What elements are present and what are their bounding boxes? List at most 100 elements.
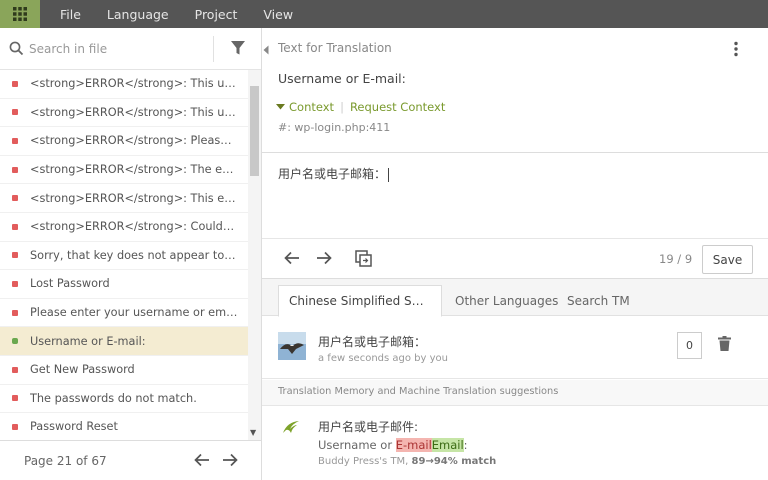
list-item-text: Sorry, that key does not appear to be va…	[30, 248, 238, 262]
next-page-arrow-icon[interactable]	[222, 453, 238, 470]
previous-string-arrow-icon[interactable]	[284, 251, 300, 268]
menu-project[interactable]: Project	[195, 7, 238, 22]
tm-section-header: Translation Memory and Machine Translati…	[262, 380, 768, 406]
tab-label: Search TM	[567, 294, 630, 308]
translation-editor[interactable]: 用户名或电子邮箱：	[262, 152, 768, 238]
suggestion-item[interactable]: 用户名或电子邮箱： a few seconds ago by you 0	[262, 317, 768, 379]
list-item[interactable]: Lost Password	[0, 270, 248, 299]
untranslated-status-icon	[12, 395, 18, 402]
string-list-sidebar: <strong>ERROR</strong>: This usernam… <s…	[0, 28, 262, 480]
suggestions-tabs: Chinese Simplified Sugge… Other Language…	[262, 278, 768, 317]
filter-icon[interactable]	[230, 40, 246, 59]
list-item[interactable]: Sorry, that key does not appear to be va…	[0, 242, 248, 271]
trash-icon[interactable]	[718, 336, 731, 354]
diff-suffix: :	[463, 438, 468, 452]
untranslated-status-icon	[12, 280, 18, 287]
translation-input[interactable]: 用户名或电子邮箱：	[278, 165, 390, 182]
character-counter: 19 / 9	[659, 252, 693, 266]
list-item[interactable]: <strong>ERROR</strong>: This usernam…	[0, 99, 248, 128]
tab-label: Other Languages	[455, 294, 559, 308]
list-item-text: Username or E-mail:	[30, 334, 146, 348]
tm-match-score: 89→94% match	[411, 456, 497, 467]
translated-status-icon	[12, 338, 18, 345]
list-item[interactable]: Get New Password	[0, 356, 248, 385]
tm-suggestion-item[interactable]: 用户名或电子邮件: Username or E-mailEmail: Buddy…	[262, 406, 768, 480]
list-item[interactable]: <strong>ERROR</strong>: Couldn&#82…	[0, 213, 248, 242]
list-item-text: <strong>ERROR</strong>: Please type y…	[30, 134, 238, 148]
source-string: Username or E-mail:	[278, 71, 406, 86]
string-list: <strong>ERROR</strong>: This usernam… <s…	[0, 70, 248, 440]
vote-count[interactable]: 0	[677, 332, 702, 359]
avatar	[278, 332, 306, 360]
tab-other-languages[interactable]: Other Languages	[445, 285, 568, 317]
diff-deleted: E-mail	[395, 438, 432, 452]
untranslated-status-icon	[12, 309, 18, 316]
tab-search-tm[interactable]: Search TM	[557, 285, 640, 317]
list-item[interactable]: <strong>ERROR</strong>: This email is …	[0, 184, 248, 213]
untranslated-status-icon	[12, 109, 18, 116]
list-item[interactable]: <strong>ERROR</strong>: The email ad…	[0, 156, 248, 185]
text-caret	[388, 167, 390, 182]
list-scrollbar[interactable]: ▼	[248, 70, 261, 440]
list-item-text: <strong>ERROR</strong>: The email ad…	[30, 163, 238, 177]
collapse-sidebar-icon[interactable]	[263, 44, 269, 58]
list-item[interactable]: <strong>ERROR</strong>: Please type y…	[0, 127, 248, 156]
search-icon	[9, 41, 24, 59]
more-options-icon[interactable]	[734, 41, 738, 60]
translation-text: 用户名或电子邮箱：	[278, 167, 387, 181]
menu-view[interactable]: View	[263, 7, 293, 22]
suggestion-meta: a few seconds ago by you	[318, 353, 448, 364]
search-input[interactable]	[29, 39, 209, 59]
untranslated-status-icon	[12, 252, 18, 259]
untranslated-status-icon	[12, 137, 18, 144]
list-item-text: <strong>ERROR</strong>: This usernam…	[30, 105, 238, 119]
scroll-down-arrow-icon[interactable]: ▼	[250, 428, 256, 437]
divider	[213, 36, 214, 62]
copy-source-icon[interactable]	[355, 250, 372, 270]
machine-translation-swirl-icon	[282, 420, 300, 439]
request-context-link[interactable]: Request Context	[350, 100, 445, 114]
tab-label: Chinese Simplified Sugge…	[289, 294, 431, 308]
context-caret-icon	[276, 104, 285, 110]
untranslated-status-icon	[12, 195, 18, 202]
menu-file[interactable]: File	[60, 7, 81, 22]
tm-meta: Buddy Press's TM, 89→94% match	[318, 456, 496, 467]
untranslated-status-icon	[12, 423, 18, 430]
list-item[interactable]: The passwords do not match.	[0, 385, 248, 414]
editor-panel: Text for Translation Username or E-mail:…	[262, 28, 768, 480]
untranslated-status-icon	[12, 223, 18, 230]
list-item-text: <strong>ERROR</strong>: This email is …	[30, 191, 238, 205]
list-item-text: Get New Password	[30, 363, 135, 377]
list-item-text: Lost Password	[30, 277, 110, 291]
top-bar: File Language Project View	[0, 0, 768, 28]
list-item-text: Please enter your username or email ad…	[30, 306, 238, 320]
list-item-text: <strong>ERROR</strong>: This usernam…	[30, 77, 238, 91]
editor-toolbar: 19 / 9 Save	[262, 238, 768, 278]
search-bar	[0, 28, 261, 70]
separator: |	[340, 100, 344, 114]
tm-section-title: Translation Memory and Machine Translati…	[278, 386, 559, 397]
diff-inserted: Email	[431, 438, 464, 452]
tm-suggestion-text: 用户名或电子邮件:	[318, 420, 419, 434]
tm-source-diff: Username or E-mailEmail:	[318, 438, 468, 452]
untranslated-status-icon	[12, 80, 18, 87]
tm-source: Buddy Press's TM,	[318, 456, 412, 467]
list-item-text: <strong>ERROR</strong>: Couldn&#82…	[30, 220, 238, 234]
diff-prefix: Username or	[318, 438, 396, 452]
next-string-arrow-icon[interactable]	[316, 251, 332, 268]
context-toggle[interactable]: Context	[289, 100, 334, 114]
previous-page-arrow-icon[interactable]	[194, 453, 210, 470]
apps-grid-icon[interactable]	[0, 0, 40, 28]
list-item-text: Password Reset	[30, 420, 118, 434]
page-indicator: Page 21 of 67	[24, 453, 107, 468]
save-button[interactable]: Save	[702, 245, 753, 274]
scrollbar-thumb[interactable]	[250, 86, 259, 176]
list-item[interactable]: Password Reset	[0, 413, 248, 440]
list-item-text: The passwords do not match.	[30, 391, 197, 405]
untranslated-status-icon	[12, 166, 18, 173]
menu-language[interactable]: Language	[107, 7, 169, 22]
tab-chinese-simplified-suggestions[interactable]: Chinese Simplified Sugge…	[278, 285, 442, 317]
list-item[interactable]: Please enter your username or email ad…	[0, 299, 248, 328]
list-item[interactable]: <strong>ERROR</strong>: This usernam…	[0, 70, 248, 99]
list-item-selected[interactable]: Username or E-mail:	[0, 327, 248, 356]
